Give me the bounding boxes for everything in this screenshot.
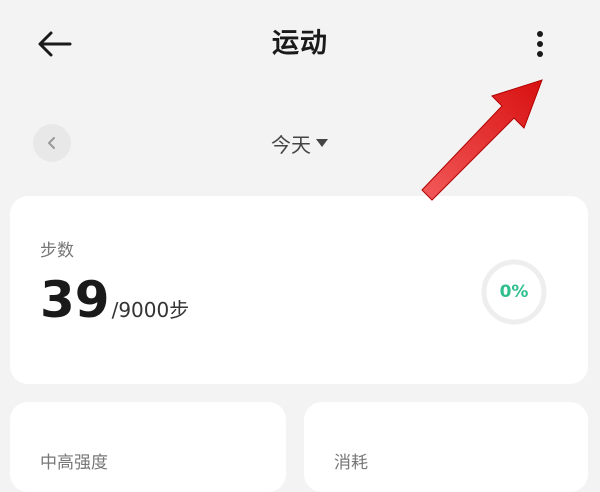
date-navigator: 今天 [0,118,600,168]
steps-unit: 步 [169,298,190,322]
steps-count: 39 [40,271,110,329]
steps-progress-label: 0% [499,282,529,302]
steps-card-title: 步数 [40,241,74,261]
steps-summary: 39 /9000 步 [40,272,189,328]
steps-goal: /9000 [111,298,170,322]
steps-card[interactable]: 步数 39 /9000 步 0% [10,196,588,384]
more-options-button[interactable] [520,22,560,66]
calories-card-title: 消耗 [334,453,368,473]
caret-down-icon [316,139,328,147]
chevron-left-icon [48,137,55,149]
date-label: 今天 [271,132,311,157]
previous-day-button[interactable] [33,124,71,162]
intensity-card[interactable]: 中高强度 [10,402,286,492]
app-header: 运动 [0,0,600,90]
intensity-card-title: 中高强度 [40,453,108,473]
calories-card[interactable]: 消耗 [304,402,588,492]
page-title: 运动 [272,28,328,59]
date-selector[interactable]: 今天 [250,126,350,160]
more-vertical-icon [537,31,543,57]
